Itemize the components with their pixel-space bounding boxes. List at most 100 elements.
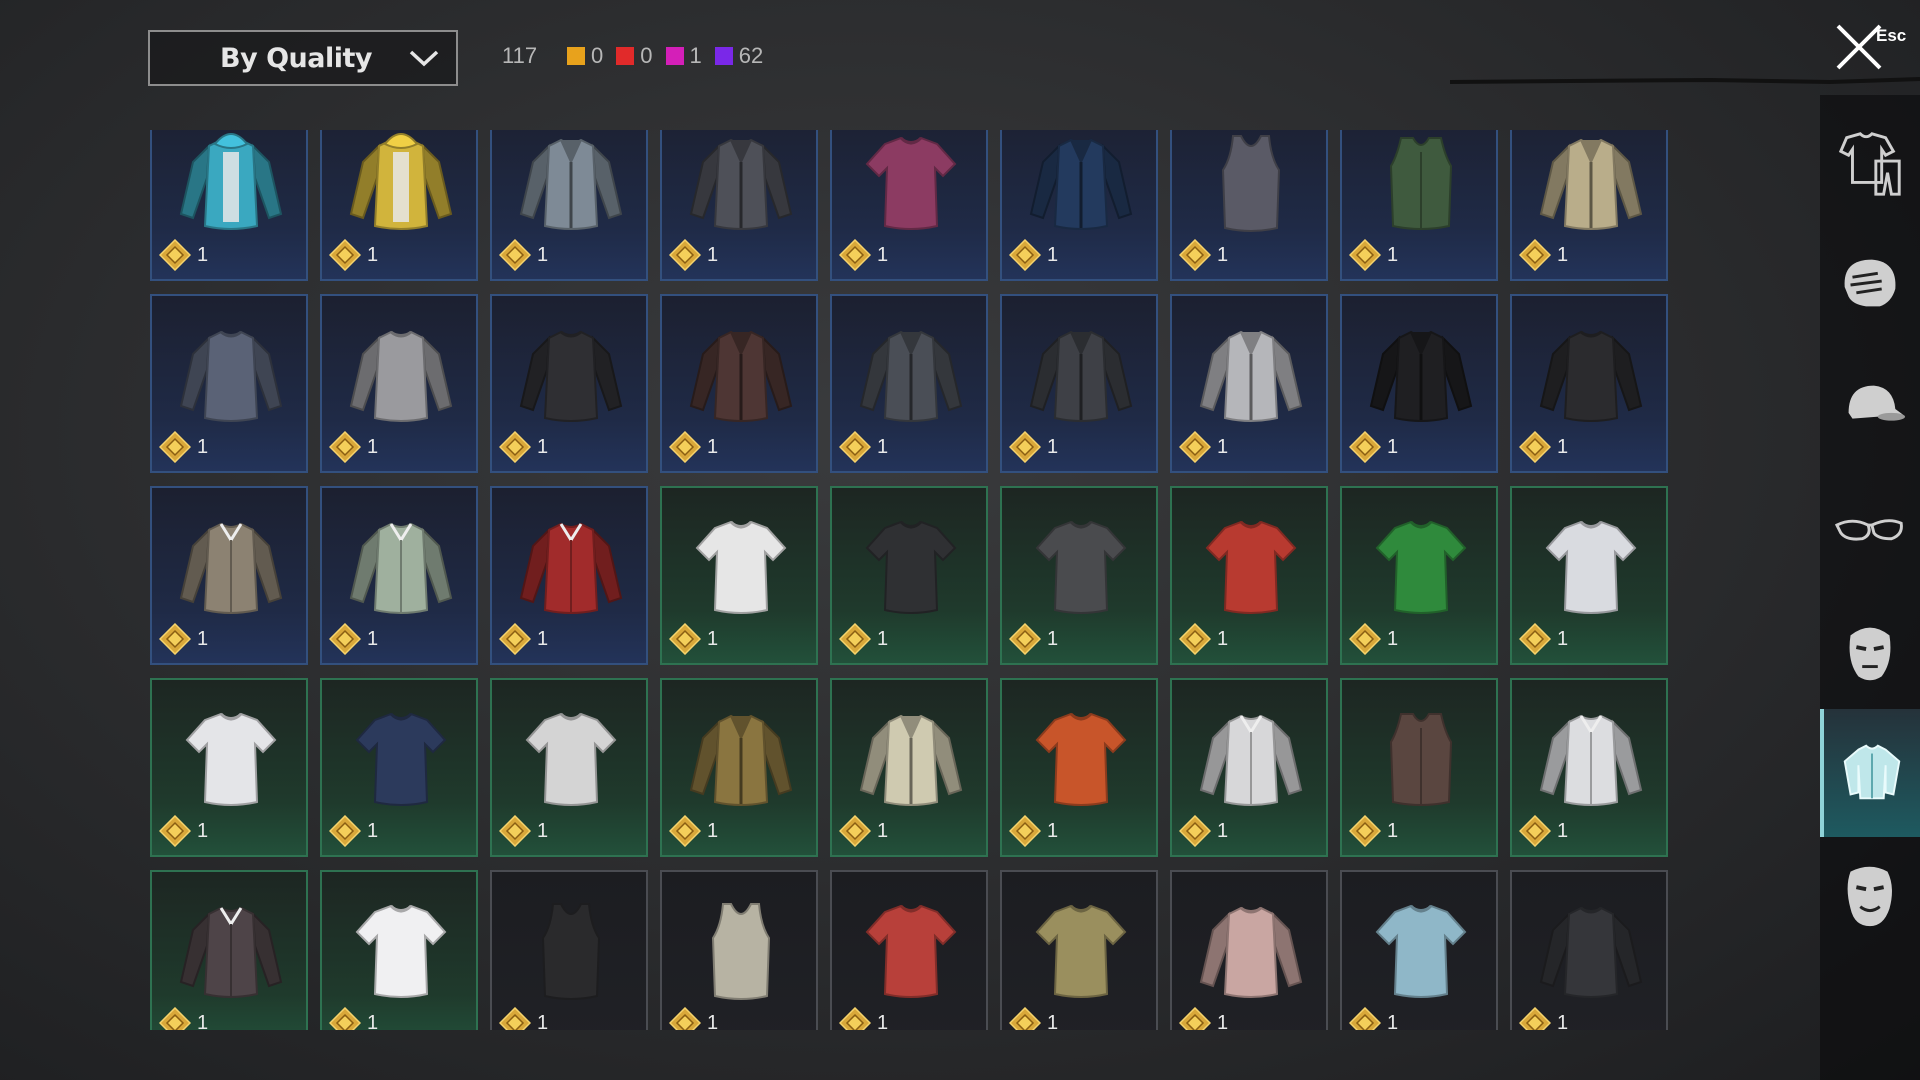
item-quantity: 1 (877, 435, 889, 458)
item-quantity: 1 (877, 627, 889, 650)
currency-diamond-icon (499, 815, 531, 847)
tshirt-icon (1545, 520, 1637, 614)
inventory-item[interactable]: 1 (1340, 294, 1498, 473)
jacket-icon (519, 138, 623, 230)
inventory-item[interactable]: 1 (320, 486, 478, 665)
item-quantity-badge: 1 (669, 1007, 718, 1030)
inventory-item[interactable]: 1 (1000, 678, 1158, 857)
inventory-item[interactable]: 1 (1000, 294, 1158, 473)
inventory-item[interactable]: 1 (1510, 486, 1668, 665)
inventory-item[interactable]: 1 (150, 870, 308, 1030)
inventory-item[interactable]: 1 (830, 294, 988, 473)
inventory-item[interactable]: 1 (1170, 130, 1328, 281)
item-quantity: 1 (367, 243, 379, 266)
sort-dropdown[interactable]: By Quality (148, 30, 458, 86)
tshirt-icon (695, 520, 787, 614)
quality-stat: 0 (616, 43, 653, 69)
currency-diamond-icon (1009, 815, 1041, 847)
inventory-item[interactable]: 1 (320, 130, 478, 281)
inventory-item[interactable]: 1 (1170, 678, 1328, 857)
item-quantity-badge: 1 (159, 815, 208, 847)
sidebar-category-glasses[interactable] (1820, 465, 1920, 593)
inventory-item[interactable]: 1 (490, 486, 648, 665)
inventory-item[interactable]: 1 (320, 294, 478, 473)
inventory-item[interactable]: 1 (830, 486, 988, 665)
inventory-item[interactable]: 1 (1170, 870, 1328, 1030)
item-quantity: 1 (1047, 819, 1059, 842)
inventory-item[interactable]: 1 (660, 486, 818, 665)
item-quantity: 1 (707, 1011, 719, 1031)
inventory-item[interactable]: 1 (490, 130, 648, 281)
item-quantity-badge: 1 (1519, 815, 1568, 847)
item-quantity: 1 (1387, 627, 1399, 650)
sidebar-category-hair[interactable] (1820, 221, 1920, 349)
quality-swatch (567, 47, 585, 65)
currency-diamond-icon (1179, 431, 1211, 463)
inventory-item[interactable]: 1 (1000, 870, 1158, 1030)
item-quantity: 1 (1047, 435, 1059, 458)
inventory-item[interactable]: 1 (660, 294, 818, 473)
item-quantity-badge: 1 (839, 623, 888, 655)
jacket-icon (1843, 744, 1901, 800)
inventory-grid-viewport[interactable]: 1 1 1 1 1 1 1 1 1 1 1 1 1 1 1 1 1 1 1 1 … (150, 130, 1675, 1030)
inventory-item[interactable]: 1 (490, 294, 648, 473)
tshirt-icon (865, 136, 957, 230)
sidebar-category-masks[interactable] (1820, 587, 1920, 715)
inventory-item[interactable]: 1 (660, 130, 818, 281)
item-quantity-badge: 1 (1179, 623, 1228, 655)
inventory-item[interactable]: 1 (150, 678, 308, 857)
currency-diamond-icon (839, 815, 871, 847)
inventory-item[interactable]: 1 (320, 870, 478, 1030)
inventory-item[interactable]: 1 (1510, 678, 1668, 857)
sidebar-category-faces[interactable] (1820, 831, 1920, 959)
inventory-item[interactable]: 1 (150, 294, 308, 473)
quality-stat: 1 (665, 43, 702, 69)
quality-stats: 0 0 1 62 (567, 43, 776, 69)
inventory-item[interactable]: 1 (1170, 294, 1328, 473)
item-quantity: 1 (1387, 819, 1399, 842)
item-quantity: 1 (1217, 819, 1229, 842)
tshirt-icon (355, 712, 447, 806)
item-quantity-badge: 1 (1179, 239, 1228, 271)
inventory-item[interactable]: 1 (1510, 294, 1668, 473)
inventory-item[interactable]: 1 (1340, 486, 1498, 665)
currency-diamond-icon (1349, 1007, 1381, 1030)
jacket-icon (1369, 330, 1473, 422)
quality-stat: 62 (714, 43, 763, 69)
inventory-item[interactable]: 1 (660, 870, 818, 1030)
inventory-item[interactable]: 1 (830, 870, 988, 1030)
tshirt-icon (865, 520, 957, 614)
item-quantity-badge: 1 (1519, 1007, 1568, 1030)
total-item-count: 117 (502, 43, 538, 68)
inventory-item[interactable]: 1 (1510, 130, 1668, 281)
inventory-item[interactable]: 1 (1510, 870, 1668, 1030)
inventory-item[interactable]: 1 (1340, 870, 1498, 1030)
face-icon (1847, 866, 1892, 927)
item-quantity-badge: 1 (159, 431, 208, 463)
inventory-item[interactable]: 1 (490, 678, 648, 857)
inventory-item[interactable]: 1 (150, 486, 308, 665)
inventory-item[interactable]: 1 (1000, 130, 1158, 281)
inventory-item[interactable]: 1 (1170, 486, 1328, 665)
sidebar-category-hats[interactable] (1820, 343, 1920, 471)
currency-diamond-icon (669, 1007, 701, 1030)
inventory-item[interactable]: 1 (320, 678, 478, 857)
inventory-item[interactable]: 1 (1000, 486, 1158, 665)
jacket-icon (859, 714, 963, 806)
inventory-item[interactable]: 1 (660, 678, 818, 857)
inventory-item[interactable]: 1 (1340, 678, 1498, 857)
inventory-item[interactable]: 1 (830, 678, 988, 857)
inventory-item[interactable]: 1 (150, 130, 308, 281)
inventory-item[interactable]: 1 (1340, 130, 1498, 281)
inventory-item[interactable]: 1 (830, 130, 988, 281)
tshirt-icon (185, 712, 277, 806)
sidebar-category-outfits[interactable] (1820, 99, 1920, 227)
hoodie-icon (179, 133, 283, 230)
currency-diamond-icon (1349, 623, 1381, 655)
currency-diamond-icon (1179, 815, 1211, 847)
shirt-pants-icon (1838, 132, 1901, 196)
sidebar-category-tops[interactable] (1820, 709, 1920, 837)
tshirt-icon (1035, 712, 1127, 806)
inventory-item[interactable]: 1 (490, 870, 648, 1030)
longsleeve-icon (1539, 906, 1643, 998)
